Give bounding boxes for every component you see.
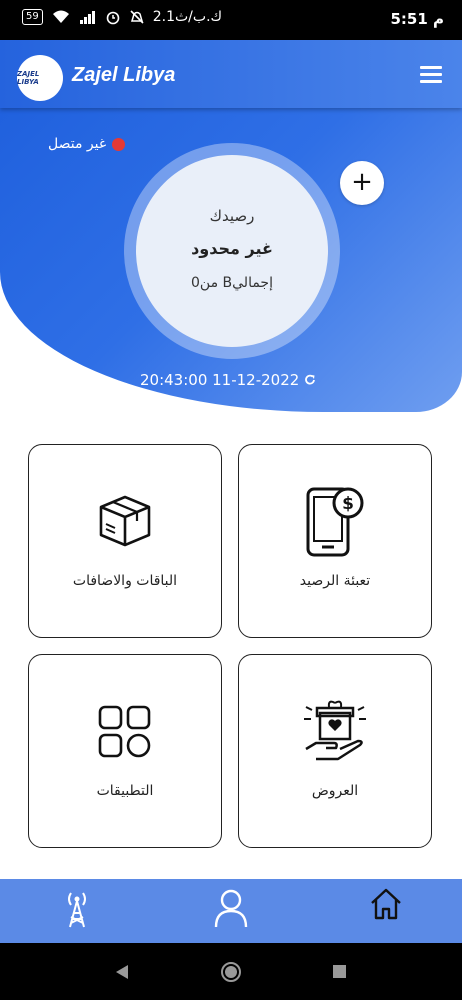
- svg-text:$: $: [342, 494, 354, 514]
- gift-hand-icon: [304, 700, 366, 761]
- alarm-icon: [106, 11, 120, 25]
- mute-icon: [130, 10, 144, 24]
- box-icon: [99, 495, 151, 547]
- connection-status-text: غير متصل: [48, 136, 107, 152]
- network-speed: 2.1ك.ب/ث: [152, 9, 223, 25]
- status-bar: 59 2.1ك.ب/ث 5:51 م: [0, 0, 462, 40]
- status-icons: 59 2.1ك.ب/ث: [22, 9, 222, 25]
- last-updated-time: 20:43:00 11-12-2022: [140, 371, 300, 389]
- recharge-label: تعبئة الرصيد: [299, 573, 371, 589]
- clock: 5:51 م: [390, 10, 444, 28]
- status-dot-icon: [112, 137, 126, 151]
- bottom-navigation: [0, 879, 462, 943]
- offers-card[interactable]: العروض: [238, 654, 432, 848]
- app-logo: ZAJEL LIBYA: [17, 55, 63, 101]
- hamburger-menu-icon[interactable]: [420, 66, 442, 84]
- wifi-icon: [52, 10, 69, 23]
- back-icon[interactable]: [115, 964, 129, 980]
- refresh-icon[interactable]: [303, 373, 317, 387]
- balance-total: من0 Bإجمالي: [191, 275, 273, 291]
- phone-dollar-icon: $: [306, 487, 364, 557]
- bundles-label: الباقات والاضافات: [72, 573, 178, 589]
- bundles-card[interactable]: الباقات والاضافات: [28, 444, 222, 638]
- balance-circle: رصيدك غير محدود من0 Bإجمالي: [136, 155, 328, 347]
- last-updated[interactable]: 20:43:00 11-12-2022: [140, 371, 317, 389]
- balance-value: غير محدود: [191, 239, 273, 258]
- add-balance-button[interactable]: +: [340, 161, 384, 205]
- battery-icon: 59: [22, 9, 43, 25]
- offers-label: العروض: [311, 783, 359, 799]
- apps-label: التطبيقات: [96, 783, 154, 799]
- signal-icon: [79, 11, 95, 24]
- app-bar: ZAJEL LIBYA Zajel Libya: [0, 40, 462, 108]
- connection-status: غير متصل: [48, 136, 126, 152]
- profile-icon[interactable]: [214, 889, 248, 929]
- apps-card[interactable]: التطبيقات: [28, 654, 222, 848]
- home-icon[interactable]: [369, 887, 403, 921]
- balance-label: رصيدك: [209, 207, 255, 225]
- app-title: Zajel Libya: [72, 64, 176, 86]
- recents-icon[interactable]: [333, 965, 346, 978]
- tower-icon[interactable]: [62, 889, 92, 929]
- apps-grid-icon: [98, 705, 151, 758]
- home-button-icon[interactable]: [220, 961, 242, 983]
- recharge-card[interactable]: $ تعبئة الرصيد: [238, 444, 432, 638]
- system-navigation-bar: [0, 943, 462, 1000]
